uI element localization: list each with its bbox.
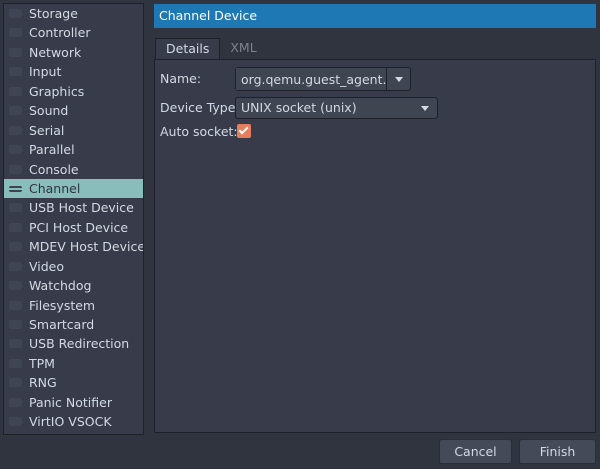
serial-icon	[9, 125, 22, 135]
name-label: Name:	[160, 71, 202, 86]
sidebar-item-video[interactable]: Video	[4, 257, 143, 276]
chevron-down-icon	[395, 77, 403, 82]
sidebar-item-serial[interactable]: Serial	[4, 121, 143, 140]
auto-socket-checkbox[interactable]	[237, 124, 251, 138]
sidebar-item-pci-host-device[interactable]: PCI Host Device	[4, 218, 143, 237]
chevron-down-icon	[421, 106, 429, 111]
sidebar-item-network[interactable]: Network	[4, 43, 143, 62]
smartcard-icon	[9, 320, 22, 329]
rng-icon	[9, 378, 22, 388]
sidebar-item-label: Network	[29, 44, 82, 60]
sidebar-item-label: PCI Host Device	[29, 219, 129, 235]
name-input[interactable]	[236, 68, 387, 90]
sidebar-item-label: Console	[29, 161, 79, 177]
sidebar-item-label: Filesystem	[29, 297, 96, 313]
pci-icon	[9, 222, 22, 232]
name-combobox	[235, 67, 411, 91]
controller-icon	[9, 28, 22, 38]
sidebar-item-label: Controller	[29, 25, 91, 41]
sidebar-item-graphics[interactable]: Graphics	[4, 82, 143, 101]
sidebar-item-mdev-host-device[interactable]: MDEV Host Device	[4, 237, 143, 256]
usb-redirection-icon	[9, 339, 22, 349]
sidebar-item-rng[interactable]: RNG	[4, 373, 143, 392]
sidebar-item-label: Smartcard	[29, 317, 95, 332]
sidebar-item-virtio-vsock[interactable]: VirtIO VSOCK	[4, 412, 143, 431]
tab-details[interactable]: Details	[155, 38, 221, 60]
sidebar-item-usb-redirection[interactable]: USB Redirection	[4, 334, 143, 353]
sidebar-item-input[interactable]: Input	[4, 62, 143, 81]
checkmark-icon	[238, 124, 249, 135]
sidebar-item-label: VirtIO VSOCK	[29, 414, 112, 430]
tab-bar: Details XML	[155, 38, 267, 60]
sidebar-item-watchdog[interactable]: Watchdog	[4, 276, 143, 295]
sidebar-item-label: Storage	[29, 6, 78, 21]
sidebar-item-label: Video	[29, 258, 65, 274]
usb-icon	[9, 203, 22, 213]
sidebar-item-label: Input	[29, 64, 62, 80]
console-icon	[9, 164, 22, 174]
sidebar-item-label: Graphics	[29, 83, 85, 99]
sidebar-item-storage[interactable]: Storage	[4, 4, 143, 23]
sidebar-item-label: MDEV Host Device	[29, 239, 144, 255]
sidebar-item-panic-notifier[interactable]: Panic Notifier	[4, 393, 143, 412]
device-type-label: Device Type:	[160, 100, 240, 115]
mdev-icon	[9, 242, 22, 252]
details-panel: Name: Device Type: UNIX socket (unix) Au…	[154, 59, 596, 433]
sidebar-item-label: Watchdog	[29, 278, 92, 294]
sidebar-item-smartcard[interactable]: Smartcard	[4, 315, 143, 334]
sidebar-item-filesystem[interactable]: Filesystem	[4, 296, 143, 315]
sidebar-item-controller[interactable]: Controller	[4, 23, 143, 42]
sidebar-item-label: Channel	[29, 180, 81, 196]
sidebar-item-sound[interactable]: Sound	[4, 101, 143, 120]
page-title: Channel Device	[154, 4, 596, 28]
sidebar-item-label: Panic Notifier	[29, 394, 112, 410]
device-type-select[interactable]: UNIX socket (unix)	[235, 97, 438, 119]
channel-icon	[9, 185, 22, 192]
video-icon	[9, 261, 22, 271]
sidebar-item-usb-host-device[interactable]: USB Host Device	[4, 198, 143, 217]
sidebar-item-label: Sound	[29, 103, 69, 119]
sidebar-item-label: RNG	[29, 375, 57, 391]
tab-xml[interactable]: XML	[220, 38, 266, 60]
network-icon	[9, 47, 22, 57]
sidebar-item-channel[interactable]: Channel	[4, 178, 143, 199]
tpm-icon	[9, 358, 22, 368]
name-dropdown-button[interactable]	[387, 68, 410, 90]
sidebar-item-label: TPM	[29, 355, 55, 371]
sidebar-item-parallel[interactable]: Parallel	[4, 140, 143, 159]
sidebar-item-label: USB Host Device	[29, 200, 134, 216]
sidebar-item-tpm[interactable]: TPM	[4, 354, 143, 373]
device-type-list[interactable]: Storage Controller Network Input Graphics Sou…	[3, 3, 144, 435]
finish-button[interactable]: Finish	[519, 439, 596, 464]
cancel-button[interactable]: Cancel	[439, 439, 512, 464]
storage-icon	[9, 9, 22, 18]
sidebar-item-label: Parallel	[29, 142, 75, 158]
graphics-icon	[9, 86, 22, 96]
filesystem-icon	[9, 300, 22, 310]
sound-icon	[9, 106, 22, 116]
auto-socket-label: Auto socket:	[160, 124, 238, 139]
sidebar-item-console[interactable]: Console	[4, 160, 143, 179]
device-type-value: UNIX socket (unix)	[241, 100, 357, 115]
input-icon	[9, 67, 22, 77]
parallel-icon	[9, 145, 22, 155]
vsock-icon	[9, 417, 22, 427]
sidebar-item-label: Serial	[29, 122, 65, 138]
watchdog-icon	[9, 281, 22, 291]
panic-notifier-icon	[9, 397, 22, 407]
sidebar-item-label: USB Redirection	[29, 336, 130, 352]
